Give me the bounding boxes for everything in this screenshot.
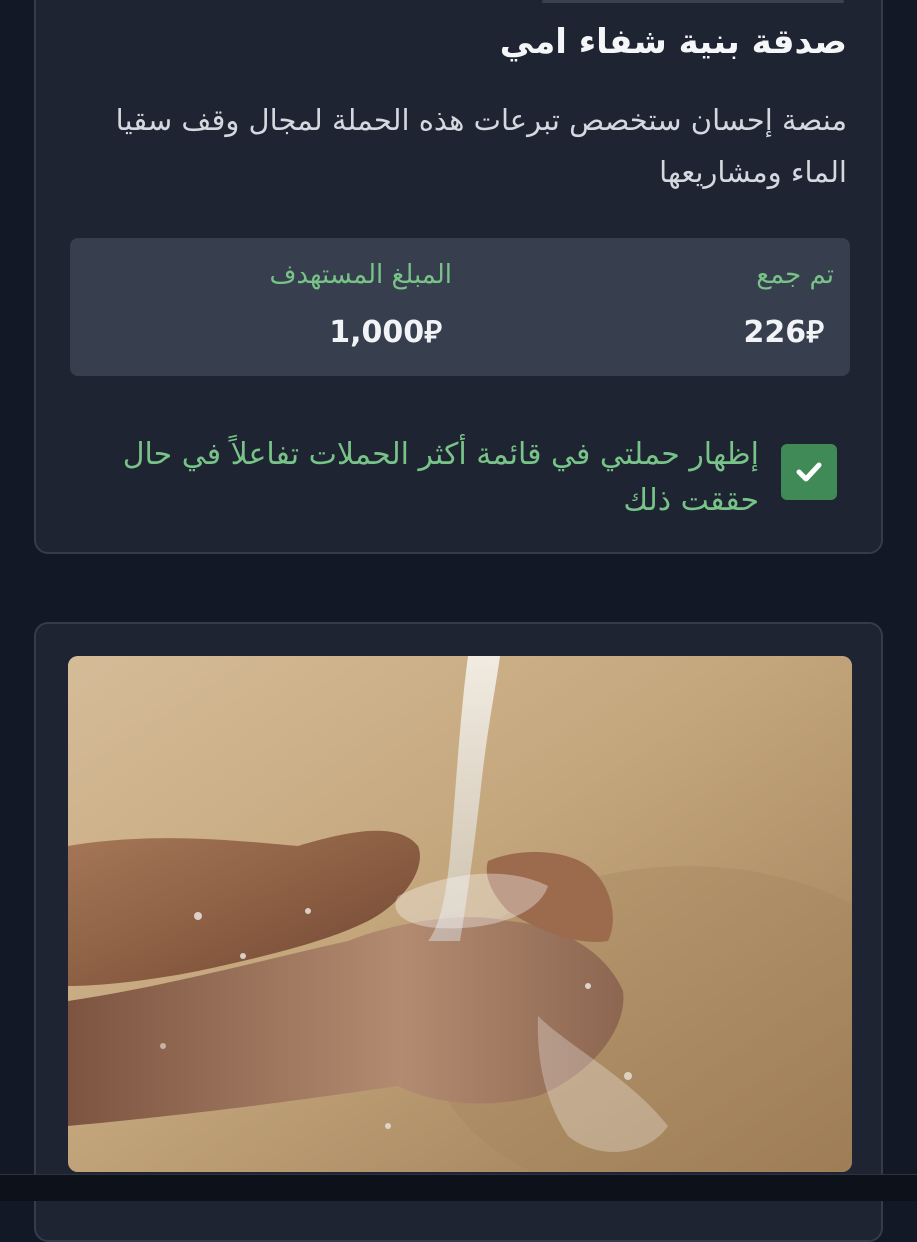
target-amount: 1,000⃁ — [269, 312, 452, 351]
campaign-description: منصة إحسان ستخصص تبرعات هذه الحملة لمجال… — [115, 103, 847, 189]
popular-campaigns-consent[interactable]: إظهار حملتي في قائمة أكثر الحملات تفاعلا… — [61, 432, 841, 522]
campaign-summary-card: صدقة بنية شفاء امي منصة إحسان ستخصص تبرع… — [34, 0, 883, 554]
target-stat: المبلغ المستهدف 1,000⃁ — [269, 260, 452, 351]
top-divider — [542, 0, 844, 3]
riyal-currency-icon: ⃁ — [806, 315, 824, 350]
campaign-title: صدقة بنية شفاء امي — [499, 22, 847, 62]
page: صدقة بنية شفاء امي منصة إحسان ستخصص تبرع… — [0, 0, 917, 1242]
campaign-image-card — [34, 622, 883, 1242]
consent-label: إظهار حملتي في قائمة أكثر الحملات تفاعلا… — [122, 437, 759, 518]
collected-amount: 226⃁ — [744, 312, 834, 351]
donation-stats-panel: تم جمع 226⃁ المبلغ المستهدف 1,000⃁ — [70, 238, 850, 376]
bottom-bar — [0, 1174, 917, 1201]
collected-stat: تم جمع 226⃁ — [744, 260, 834, 351]
consent-checkbox[interactable] — [781, 444, 837, 500]
collected-value: 226 — [743, 315, 807, 350]
target-value: 1,000 — [329, 315, 425, 350]
hands-water-photo — [68, 656, 852, 1172]
riyal-currency-icon: ⃁ — [424, 315, 442, 350]
check-icon — [796, 462, 822, 482]
photo-illustration — [68, 656, 852, 1172]
collected-label: تم جمع — [756, 260, 834, 290]
target-label: المبلغ المستهدف — [269, 260, 452, 290]
